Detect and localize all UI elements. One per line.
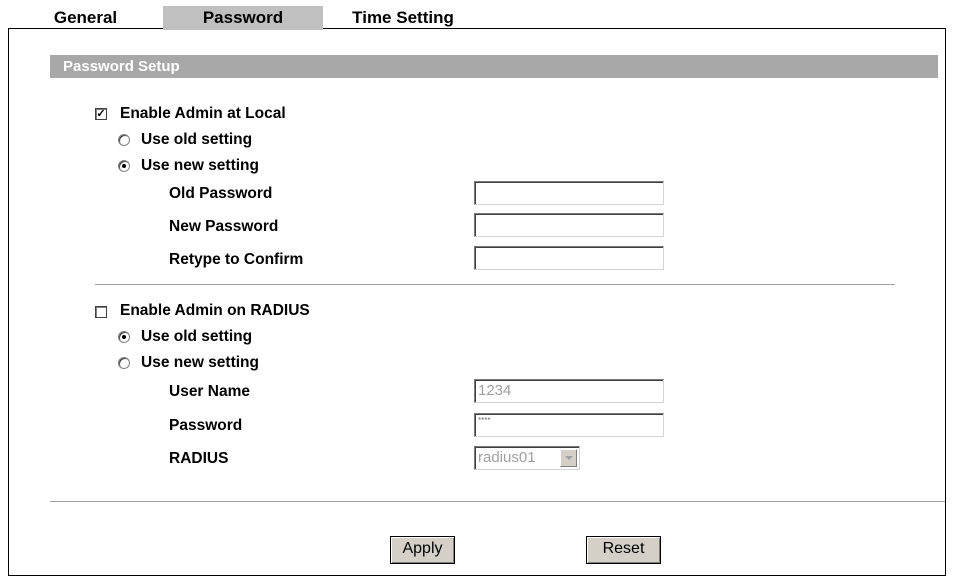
enable-admin-radius-label: Enable Admin on RADIUS (120, 302, 310, 319)
radius-server-select[interactable]: radius01 (474, 446, 580, 470)
divider-bottom (50, 501, 945, 503)
new-password-label: New Password (169, 218, 279, 235)
tab-time-setting[interactable]: Time Setting (323, 6, 483, 30)
radius-server-value: radius01 (478, 449, 536, 466)
radius-use-old-radio[interactable] (118, 331, 130, 343)
local-use-old-label: Use old setting (141, 131, 253, 148)
radius-use-old-label: Use old setting (141, 328, 253, 345)
local-use-old-radio[interactable] (118, 134, 130, 146)
radius-server-label: RADIUS (169, 450, 229, 467)
tab-general[interactable]: General (8, 6, 163, 30)
checkmark-icon: ✓ (96, 108, 106, 120)
active-tab-connector (163, 28, 323, 30)
enable-admin-radius-checkbox[interactable] (95, 306, 107, 318)
user-name-input[interactable]: 1234 (474, 379, 664, 403)
user-name-label: User Name (169, 383, 250, 400)
radius-use-new-radio[interactable] (118, 357, 130, 369)
local-use-new-label: Use new setting (141, 157, 259, 174)
retype-confirm-label: Retype to Confirm (169, 251, 304, 268)
enable-admin-local-label: Enable Admin at Local (120, 105, 286, 122)
new-password-input[interactable] (474, 213, 664, 237)
radius-password-input[interactable]: **** (474, 413, 664, 437)
section-header: Password Setup (50, 55, 938, 78)
old-password-input[interactable] (474, 181, 664, 205)
reset-button[interactable]: Reset (586, 536, 661, 564)
chevron-down-icon[interactable] (560, 449, 577, 467)
local-use-new-radio[interactable] (118, 160, 130, 172)
radius-use-new-label: Use new setting (141, 354, 259, 371)
old-password-label: Old Password (169, 185, 273, 202)
retype-confirm-input[interactable] (474, 246, 664, 270)
tab-password[interactable]: Password (163, 6, 323, 30)
apply-button[interactable]: Apply (390, 536, 455, 564)
enable-admin-local-checkbox[interactable]: ✓ (95, 108, 107, 120)
divider-middle (95, 284, 895, 286)
radius-password-label: Password (169, 417, 243, 434)
